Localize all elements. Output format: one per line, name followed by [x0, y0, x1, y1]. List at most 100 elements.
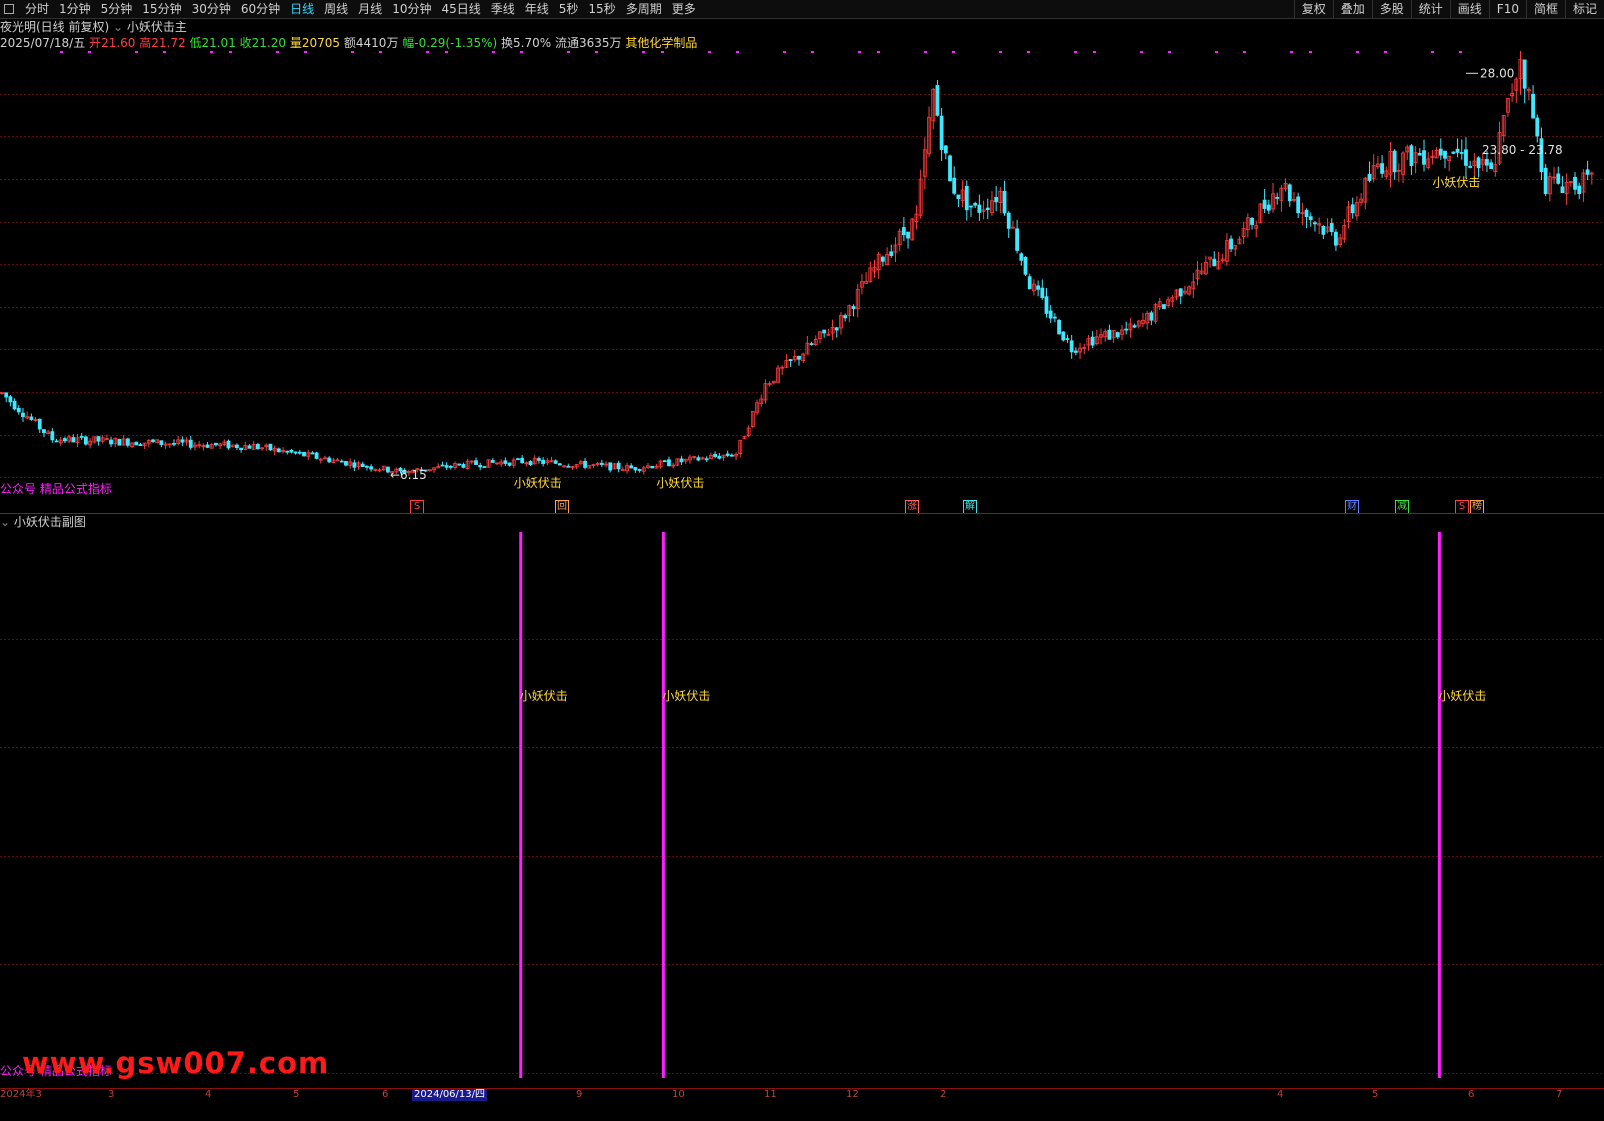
period-tab[interactable]: 日线 [285, 0, 319, 18]
sub-chart[interactable]: 小妖伏击 小妖伏击 小妖伏击 [0, 530, 1604, 1086]
candle-body [1073, 350, 1078, 353]
candle-body [369, 466, 374, 470]
signal-dot [163, 51, 166, 53]
candle-body [360, 463, 365, 468]
candle-body [71, 437, 76, 443]
date-tick: 5 [293, 1089, 300, 1100]
tool-button[interactable]: 画线 [1449, 0, 1489, 18]
menu-icon[interactable] [4, 4, 14, 14]
candle-body [1115, 332, 1120, 338]
tool-button[interactable]: 简框 [1525, 0, 1565, 18]
date-tick: 2 [940, 1089, 947, 1100]
signal-dot [595, 51, 598, 53]
event-tag[interactable]: 涨 [905, 500, 919, 514]
tool-button[interactable]: 标记 [1564, 0, 1604, 18]
candle-body [1040, 287, 1045, 298]
candle-body [29, 416, 34, 420]
amount-value: 4410万 [355, 36, 399, 50]
signal-dot [1431, 51, 1434, 53]
candle-body [247, 445, 252, 449]
period-tab[interactable]: 分时 [20, 0, 54, 18]
candle-body [1006, 212, 1011, 229]
candle-body [1409, 145, 1414, 166]
period-tab[interactable]: 月线 [353, 0, 387, 18]
period-tab[interactable]: 1分钟 [54, 0, 96, 18]
period-tab[interactable]: 15分钟 [137, 0, 186, 18]
signal-dot [60, 51, 63, 53]
candle-body [637, 469, 642, 471]
period-tab[interactable]: 季线 [486, 0, 520, 18]
candle-body [704, 458, 709, 461]
candle-body [1464, 149, 1468, 166]
candle-body [1329, 223, 1334, 233]
candle-body [214, 442, 218, 446]
period-tab[interactable]: 5秒 [554, 0, 584, 18]
event-tag[interactable]: 财 [1345, 500, 1359, 514]
candle-body [566, 465, 571, 468]
signal-dot [858, 51, 861, 53]
tool-button[interactable]: 复权 [1293, 0, 1333, 18]
period-tab[interactable]: 10分钟 [387, 0, 436, 18]
period-tab[interactable]: 60分钟 [236, 0, 285, 18]
tool-button[interactable]: 多股 [1371, 0, 1411, 18]
indicator-main-name: 小妖伏击主 [126, 20, 187, 34]
candle-body [1313, 222, 1317, 225]
selected-date: 2024/06/13/四 [412, 1089, 488, 1101]
date-axis[interactable]: 2024年3 3 4 5 6 9 10 11 12 2 4 5 6 7 2024/06/13/四 [0, 1088, 1604, 1101]
candle-body [1535, 117, 1540, 137]
candle-body [1015, 228, 1020, 251]
period-tab[interactable]: 年线 [520, 0, 554, 18]
collapse-icon[interactable]: ⌄ [0, 515, 10, 529]
candle-body [310, 452, 315, 455]
open-label: 开 [89, 36, 102, 50]
candle-body [4, 392, 9, 398]
candle-body [528, 461, 533, 466]
event-tag[interactable]: 回 [555, 500, 569, 514]
period-tab[interactable]: 更多 [667, 0, 701, 18]
candle-body [440, 464, 445, 467]
date-tick: 9 [576, 1089, 583, 1100]
signal-dot [1093, 51, 1096, 53]
period-tab[interactable]: 5分钟 [96, 0, 138, 18]
event-tag[interactable]: S [410, 500, 424, 514]
candle-body [717, 455, 722, 459]
period-tab[interactable]: 30分钟 [187, 0, 236, 18]
date-tick: 10 [672, 1089, 685, 1100]
candle-body [490, 460, 495, 463]
signal-label: 小妖伏击 [520, 689, 568, 703]
signal-label: 小妖伏击 [514, 476, 562, 490]
signal-dot [1140, 51, 1143, 53]
signal-dot [1027, 51, 1030, 53]
candle-body [365, 465, 369, 468]
period-tab[interactable]: 15秒 [583, 0, 620, 18]
signal-dot [1384, 51, 1387, 53]
candle-body [901, 227, 906, 236]
candle-body [50, 431, 55, 441]
candle-body [520, 457, 525, 464]
event-tag[interactable]: 减 [1395, 500, 1409, 514]
candle-body [952, 177, 957, 194]
signal-dot [520, 51, 523, 53]
tool-button[interactable]: 叠加 [1332, 0, 1372, 18]
event-tag[interactable]: 榜 [1470, 500, 1484, 514]
candle-body [1162, 304, 1166, 309]
period-tab[interactable]: 周线 [319, 0, 353, 18]
pane-divider[interactable] [0, 513, 1604, 514]
signal-dot [1309, 51, 1312, 53]
candle-body [1023, 256, 1028, 275]
date-tick: 2024年3 [0, 1089, 42, 1100]
candle-body [1556, 173, 1561, 184]
tool-button[interactable]: F10 [1488, 0, 1526, 18]
kline-chart[interactable]: 28.00←6.1523.80 - 23.78小妖伏击 小妖伏击小妖伏击 [0, 51, 1604, 513]
tool-button[interactable]: 统计 [1410, 0, 1450, 18]
period-tab[interactable]: 45日线 [436, 0, 485, 18]
event-tag[interactable]: 解 [963, 500, 977, 514]
event-tag[interactable]: S [1455, 500, 1469, 514]
candle-body [474, 460, 478, 465]
indicator-toggle-icon[interactable]: ⌄ [113, 20, 123, 34]
vol-value: 20705 [301, 36, 341, 50]
candle-body [834, 327, 839, 331]
period-tab[interactable]: 多周期 [621, 0, 667, 18]
candle-body [516, 458, 520, 461]
candle-body [880, 256, 885, 262]
